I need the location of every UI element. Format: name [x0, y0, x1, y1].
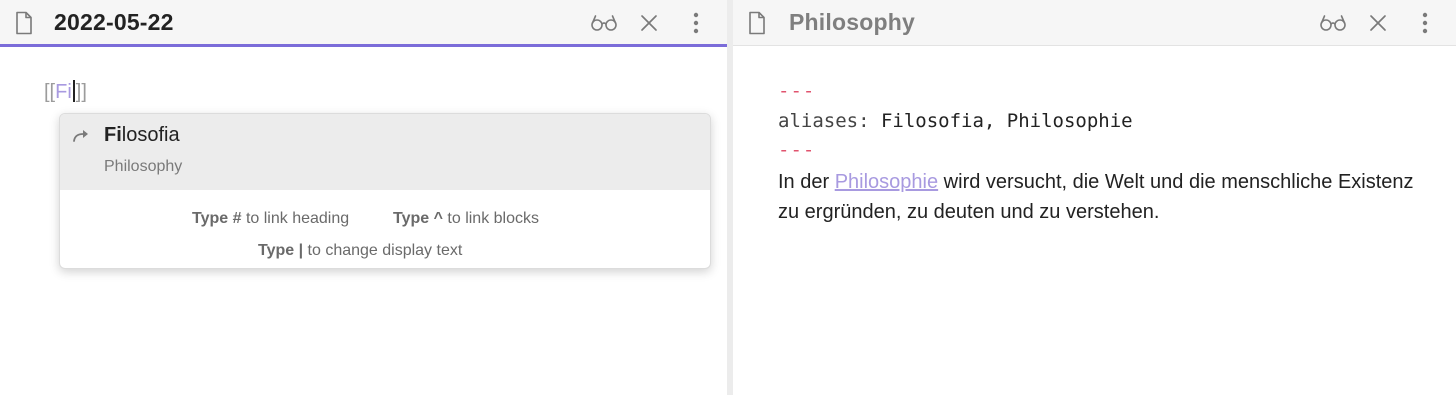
- close-button[interactable]: [1366, 11, 1390, 35]
- reading-view-button[interactable]: [591, 11, 617, 35]
- page-title[interactable]: Philosophy: [789, 9, 915, 36]
- link-suggestion-popup: Filosofia Philosophy Type # to link head…: [59, 113, 711, 269]
- frontmatter-value: Filosofia, Philosophie: [869, 110, 1133, 132]
- close-icon: [641, 15, 657, 31]
- workspace: 2022-05-22 [[Fi]] Filosofia Philosophy …: [0, 0, 1456, 395]
- hint-link-blocks: Type ^ to link blocks: [393, 210, 539, 227]
- more-options-button[interactable]: [1418, 11, 1432, 35]
- file-icon: [749, 11, 765, 35]
- file-icon: [16, 11, 32, 35]
- page-title[interactable]: 2022-05-22: [54, 9, 174, 36]
- frontmatter-start-dashes: ---: [778, 80, 816, 102]
- close-button[interactable]: [637, 11, 661, 35]
- frontmatter-aliases[interactable]: aliases: Filosofia, Philosophie: [778, 110, 1133, 132]
- hint-display-text: Type | to change display text: [258, 242, 463, 259]
- more-options-button[interactable]: [689, 11, 703, 35]
- editor-input-line[interactable]: [[Fi]]: [44, 80, 87, 104]
- suggestion-hints: Type # to link heading Type ^ to link bl…: [60, 190, 710, 268]
- internal-link-philosophie[interactable]: Philosophie: [835, 171, 938, 193]
- suggestion-match: Fi: [104, 124, 122, 146]
- more-vertical-icon: [693, 12, 699, 34]
- suggestion-item-filosofia[interactable]: Filosofia Philosophy: [60, 114, 710, 190]
- text-caret: [72, 80, 75, 102]
- suggestion-title: Filosofia: [104, 124, 180, 147]
- frontmatter-key: aliases:: [778, 110, 870, 132]
- typed-link-text: Fi: [55, 81, 72, 103]
- note-body: In der Philosophie wird versucht, die We…: [778, 171, 1414, 223]
- alias-arrow-icon: [73, 130, 88, 142]
- suggestion-subtitle: Philosophy: [104, 158, 183, 175]
- right-pane: Philosophy --- aliases: Filosofia, Philo…: [733, 0, 1456, 395]
- glasses-icon: [591, 15, 617, 31]
- glasses-icon: [1320, 15, 1346, 31]
- frontmatter-end-dashes: ---: [778, 139, 816, 161]
- close-icon: [1370, 15, 1386, 31]
- hint-link-heading: Type # to link heading: [192, 210, 350, 227]
- left-pane: 2022-05-22 [[Fi]] Filosofia Philosophy …: [0, 0, 727, 395]
- left-pane-header[interactable]: 2022-05-22: [0, 0, 727, 47]
- link-open-brackets: [[: [44, 81, 56, 103]
- right-pane-header[interactable]: Philosophy: [733, 0, 1456, 46]
- link-close-brackets: ]]: [75, 81, 87, 103]
- reading-view-button[interactable]: [1320, 11, 1346, 35]
- more-vertical-icon: [1422, 12, 1428, 34]
- suggestion-rest: losofia: [121, 124, 180, 146]
